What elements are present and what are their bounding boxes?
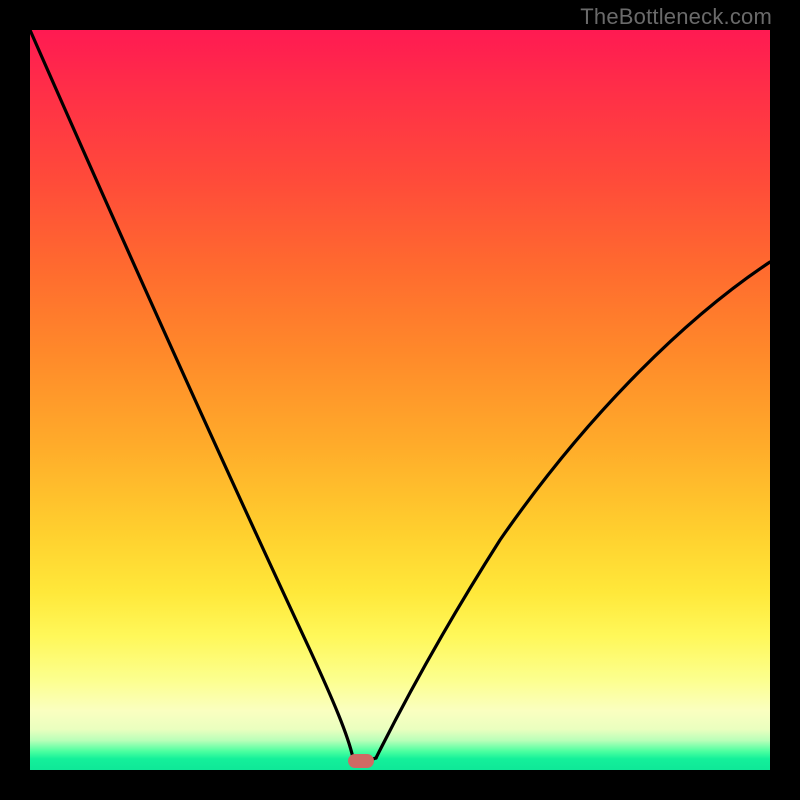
curve-left <box>30 30 353 758</box>
chart-frame: TheBottleneck.com <box>0 0 800 800</box>
plot-area <box>30 30 770 770</box>
valley-marker <box>348 754 374 768</box>
curve-right <box>376 262 770 758</box>
watermark-text: TheBottleneck.com <box>580 4 772 30</box>
bottleneck-curve <box>30 30 770 770</box>
